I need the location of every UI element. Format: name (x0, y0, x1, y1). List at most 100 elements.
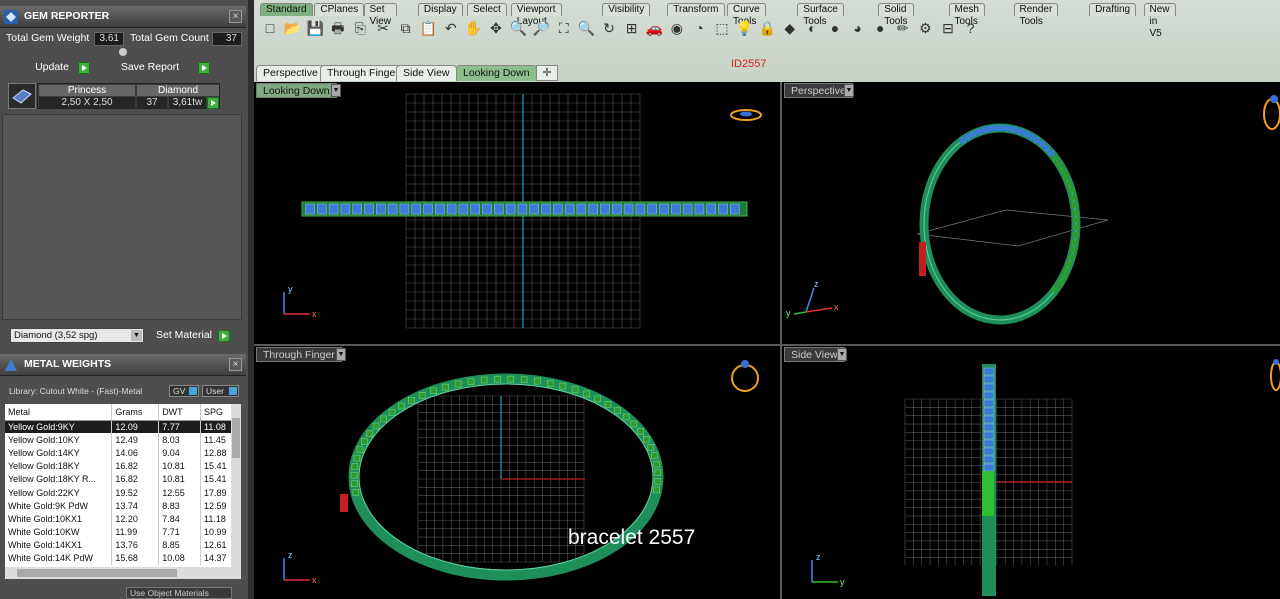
toolbar-tab-curve-tools[interactable]: Curve Tools (727, 3, 766, 27)
toolbar-tab-transform[interactable]: Transform (667, 3, 725, 16)
viewport-side-view[interactable]: zy Side View ▼ (782, 346, 1280, 599)
viewport-looking-down[interactable]: yx Looking Down ▼ (254, 82, 780, 344)
metal-row[interactable]: White Gold:14K PdW 15.68 10.08 14.37 (5, 551, 235, 566)
chevron-down-icon[interactable]: ▼ (336, 348, 346, 361)
shaded-sphere-icon[interactable]: ◕ (848, 18, 868, 38)
zoom-icon[interactable]: 🔍 (509, 18, 529, 38)
zoom-extents-icon[interactable]: ⛶ (554, 18, 574, 38)
metal-weights-close-icon[interactable]: × (229, 358, 242, 371)
metal-row[interactable]: Yellow Gold:10KY 12.49 8.03 11.45 (5, 433, 235, 447)
set-material-go-icon[interactable] (218, 330, 230, 342)
metal-row[interactable]: White Gold:9K PdW 13.74 8.83 12.59 (5, 499, 235, 513)
chevron-down-icon[interactable]: ▼ (331, 84, 341, 97)
light-icon[interactable]: 💡 (735, 18, 755, 38)
col-grams[interactable]: Grams (111, 404, 160, 421)
add-view-tab-icon[interactable]: ✛ (536, 65, 558, 81)
copy-icon[interactable]: ⧉ (396, 18, 416, 38)
view-tab-through-finger[interactable]: Through Finger (320, 65, 406, 81)
toolbar-tab-solid-tools[interactable]: Solid Tools (878, 3, 914, 27)
gem-list-area (2, 114, 242, 320)
view-tab-side-view[interactable]: Side View (396, 65, 457, 81)
toolbar-tab-render-tools[interactable]: Render Tools (1013, 3, 1059, 27)
gem-thumbnail[interactable] (8, 83, 36, 109)
viewport-label-perspective[interactable]: Perspective (784, 83, 853, 98)
chevron-down-icon[interactable]: ▼ (844, 84, 854, 97)
gem-row-go-icon[interactable] (207, 97, 219, 109)
save-report-button[interactable]: Save Report (100, 61, 200, 76)
lock-icon[interactable]: 🔒 (757, 18, 777, 38)
settings-icon[interactable]: ⚙ (915, 18, 935, 38)
viewport-label-through-finger[interactable]: Through Finger (256, 347, 342, 362)
view-tab-perspective[interactable]: Perspective (256, 65, 325, 81)
material-icon[interactable]: ● (870, 18, 890, 38)
toolbar-tab-select[interactable]: Select (467, 3, 507, 16)
layer-state-icon[interactable]: ◔ (689, 18, 709, 38)
select-icon[interactable]: ⬚ (712, 18, 732, 38)
layer-icon[interactable]: ◉ (667, 18, 687, 38)
viewport-label-side-view[interactable]: Side View (784, 347, 845, 362)
open-icon[interactable]: 📂 (283, 18, 303, 38)
metal-row[interactable]: Yellow Gold:18KY R... 16.82 10.81 15.41 (5, 472, 235, 486)
collapse-toggle-icon[interactable] (119, 48, 127, 56)
grid-icon[interactable]: ⊞ (622, 18, 642, 38)
help-icon[interactable]: ? (961, 18, 981, 38)
toolbar-tab-cplanes[interactable]: CPlanes (314, 3, 365, 16)
toolbar-tab-display[interactable]: Display (417, 3, 463, 16)
metal-row[interactable]: Yellow Gold:9KY 12.09 7.77 11.08 (5, 420, 235, 434)
metal-row[interactable]: White Gold:10KW 11.99 7.71 10.99 (5, 525, 235, 539)
new-file-icon[interactable]: □ (260, 18, 280, 38)
use-object-materials-toggle[interactable]: Use Object Materials (126, 587, 232, 599)
metal-table-vscroll[interactable] (231, 404, 241, 567)
col-dwt[interactable]: DWT (158, 404, 202, 421)
cut-icon[interactable]: ✂ (373, 18, 393, 38)
view-tab-looking-down[interactable]: Looking Down (456, 65, 537, 81)
toolbar-tab-standard[interactable]: Standard (260, 3, 313, 16)
move-icon[interactable]: ✥ (486, 18, 506, 38)
viewport-through-finger[interactable]: zx Through Finger ▼ (254, 346, 780, 599)
scroll-thumb[interactable] (232, 418, 240, 458)
metal-table-hscroll[interactable] (5, 567, 241, 579)
render-icon[interactable]: ◆ (780, 18, 800, 38)
save-report-go-icon[interactable] (198, 62, 210, 74)
rotate-icon[interactable]: ↻ (599, 18, 619, 38)
toolbar-tab-drafting[interactable]: Drafting (1089, 3, 1137, 16)
zoom-selected-icon[interactable]: 🔍 (576, 18, 596, 38)
col-metal[interactable]: Metal (5, 404, 113, 421)
snap-icon[interactable]: ⊟ (938, 18, 958, 38)
save-icon[interactable]: 💾 (305, 18, 325, 38)
metal-row[interactable]: Yellow Gold:22KY 19.52 12.55 17.89 (5, 485, 235, 500)
viewport-label-looking-down[interactable]: Looking Down (256, 83, 337, 98)
color-wheel-icon[interactable]: ◐ (802, 18, 822, 38)
metal-row[interactable]: Yellow Gold:18KY 16.82 10.81 15.41 (5, 459, 235, 473)
col-spg[interactable]: SPG (200, 404, 235, 421)
pencil-icon[interactable]: ✏ (893, 18, 913, 38)
chevron-down-icon[interactable]: ▼ (837, 348, 847, 361)
update-button[interactable]: Update (24, 61, 80, 76)
metal-grams: 13.76 (111, 538, 160, 552)
paste-icon[interactable]: 📋 (418, 18, 438, 38)
metal-row[interactable]: White Gold:14KX1 13.76 8.85 12.61 (5, 538, 235, 552)
user-toggle[interactable]: User (202, 385, 239, 397)
toolbar-tab-surface-tools[interactable]: Surface Tools (797, 3, 844, 27)
scroll-thumb[interactable] (17, 569, 177, 577)
pan-icon[interactable]: ✋ (463, 18, 483, 38)
toolbar-tab-viewport-layout[interactable]: Viewport Layout (510, 3, 562, 27)
print-icon[interactable]: 🖶 (328, 18, 348, 38)
metal-row[interactable]: Yellow Gold:14KY 14.06 9.04 12.88 (5, 446, 235, 460)
undo-icon[interactable]: ↶ (441, 18, 461, 38)
toolbar-tab-visibility[interactable]: Visibility (602, 3, 651, 16)
toolbar-tab-new-in-v5[interactable]: New in V5 (1143, 3, 1176, 39)
sphere-icon[interactable]: ● (825, 18, 845, 38)
export-icon[interactable]: ⎘ (350, 18, 370, 38)
zoom-window-icon[interactable]: 🔎 (531, 18, 551, 38)
toolbar-tab-mesh-tools[interactable]: Mesh Tools (948, 3, 985, 27)
gem-reporter-close-icon[interactable]: × (229, 10, 242, 23)
material-select[interactable]: Diamond (3,52 spg) ▼ (10, 328, 144, 343)
set-material-button[interactable]: Set Material (150, 329, 218, 344)
toolbar-tab-set-view[interactable]: Set View (363, 3, 397, 27)
metal-row[interactable]: White Gold:10KX1 12.20 7.84 11.18 (5, 512, 235, 526)
update-go-icon[interactable] (78, 62, 90, 74)
car-icon[interactable]: 🚗 (644, 18, 664, 38)
gv-toggle[interactable]: GV (169, 385, 199, 397)
viewport-perspective[interactable]: z x y Perspective ▼ (782, 82, 1280, 344)
